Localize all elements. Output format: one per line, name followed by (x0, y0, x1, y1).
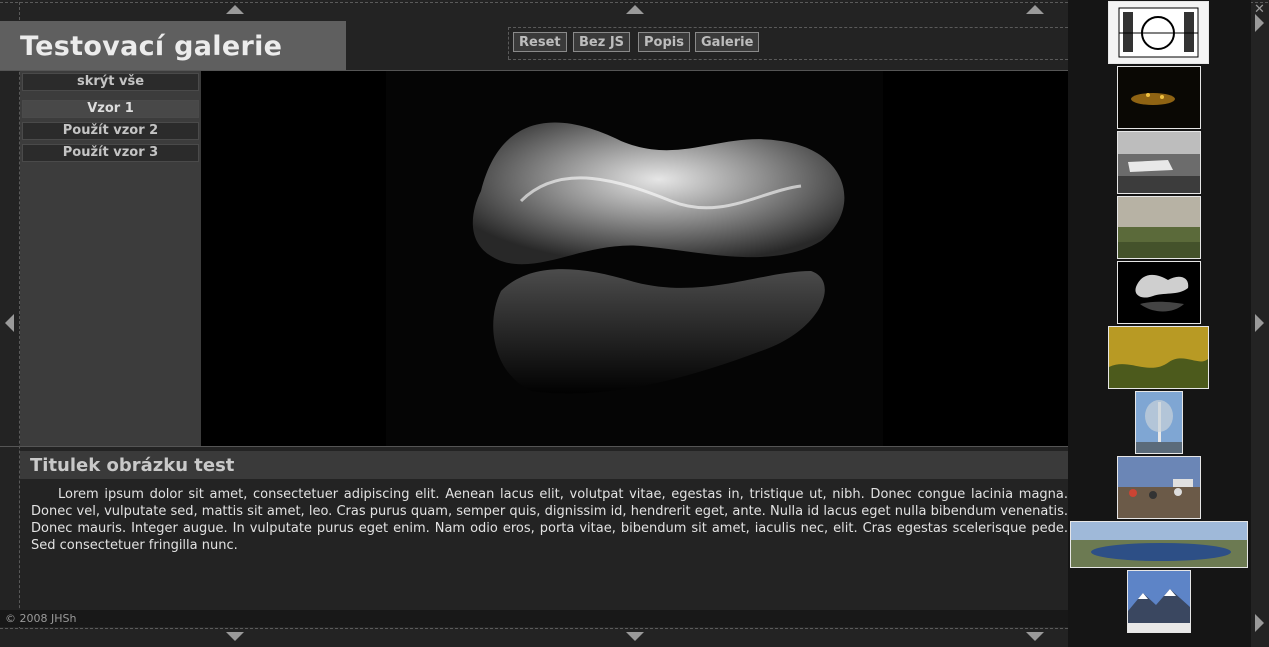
thumbnail-lake-panorama[interactable] (1070, 521, 1248, 568)
sidebar-item-style-3[interactable]: Použít vzor 3 (22, 144, 199, 162)
close-icon[interactable]: ✕ (1254, 2, 1265, 17)
sidebar-item-style-2[interactable]: Použít vzor 2 (22, 122, 199, 140)
page-title: Testovací galerie (20, 31, 283, 62)
toolbar-frame-top (508, 27, 1068, 28)
thumbnail-landscape-haze[interactable] (1117, 196, 1201, 259)
thumbnail-glass-sculpture[interactable] (1117, 261, 1201, 324)
image-viewer[interactable] (201, 71, 1068, 446)
footer (0, 610, 1068, 627)
no-js-button[interactable]: Bez JS (573, 32, 631, 52)
frame-bottom-line (0, 628, 1068, 629)
crowd-market-image (1118, 479, 1200, 518)
thumbnail-boats-bw[interactable] (1117, 131, 1201, 194)
caption-title: Titulek obrázku test (30, 455, 235, 476)
thumbnail-mountains[interactable] (1127, 570, 1191, 633)
caption-text: Lorem ipsum dolor sit amet, consectetuer… (31, 487, 1068, 553)
toolbar-frame-left (508, 27, 509, 59)
main-image (386, 71, 883, 446)
mountains-image (1128, 589, 1190, 632)
birch-tree-image (1136, 400, 1182, 453)
boats-bw-image (1118, 132, 1200, 193)
sidebar-item-style-1[interactable]: Vzor 1 (22, 100, 199, 118)
gallery-button[interactable]: Galerie (695, 32, 760, 52)
lake-panorama-image (1071, 540, 1247, 567)
arrow-left-icon[interactable] (5, 314, 14, 332)
test-pattern-image (1118, 7, 1199, 58)
arrow-down-icon[interactable] (626, 632, 644, 641)
arrow-up-icon[interactable] (226, 5, 244, 14)
description-button[interactable]: Popis (638, 32, 690, 52)
viewer-divider (0, 446, 1068, 447)
yellow-grass-image (1109, 327, 1208, 388)
arrow-right-icon[interactable] (1255, 614, 1264, 632)
arrow-right-icon[interactable] (1255, 314, 1264, 332)
hide-all-button[interactable]: skrýt vše (22, 73, 199, 91)
arrow-up-icon[interactable] (1026, 5, 1044, 14)
toolbar-frame-bottom (508, 59, 1068, 60)
arrow-down-icon[interactable] (1026, 632, 1044, 641)
thumbnail-birch-tree[interactable] (1135, 391, 1183, 454)
night-city-image (1131, 93, 1175, 105)
thumbnail-yellow-grass[interactable] (1108, 326, 1209, 389)
glass-sculpture-image (1135, 274, 1189, 312)
arrow-down-icon[interactable] (226, 632, 244, 641)
arrow-up-icon[interactable] (626, 5, 644, 14)
landscape-haze-image (1118, 227, 1200, 258)
reset-button[interactable]: Reset (513, 32, 567, 52)
thumbnail-test-pattern[interactable] (1108, 1, 1209, 64)
thumbnail-crowd-market[interactable] (1117, 456, 1201, 519)
thumbnail-night-city[interactable] (1117, 66, 1201, 129)
copyright: © 2008 JHSh (5, 612, 77, 625)
